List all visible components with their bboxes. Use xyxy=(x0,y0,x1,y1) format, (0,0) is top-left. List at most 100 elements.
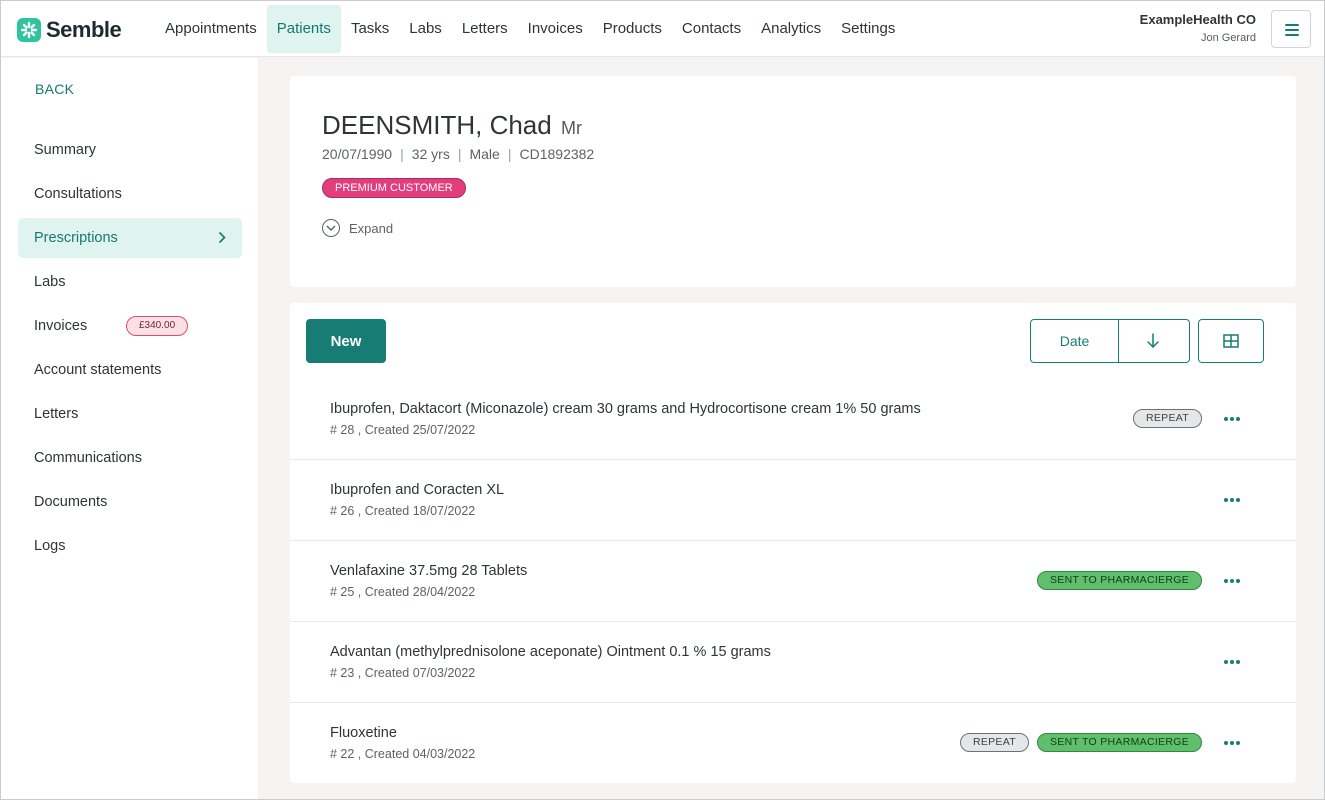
chevron-down-circle-icon xyxy=(322,219,340,237)
prescription-meta: # 25 , Created 28/04/2022 xyxy=(330,585,476,599)
sidebar-item-label: Summary xyxy=(34,142,97,158)
patient-header-card: DEENSMITH, Chad Mr 20/07/1990 | 32 yrs | Mal… xyxy=(290,76,1296,287)
patient-details: 20/07/1990 | 32 yrs | Male | CD1892382 xyxy=(322,146,594,162)
patient-id: CD1892382 xyxy=(519,146,595,162)
sidebar-item-label: Invoices xyxy=(34,318,88,334)
repeat-badge: REPEAT xyxy=(1132,409,1202,428)
prescription-row[interactable]: Fluoxetine # 22 , Created 04/03/2022 REP… xyxy=(290,703,1296,783)
chevron-right-icon xyxy=(218,231,226,244)
patient-name: DEENSMITH, Chad Mr xyxy=(322,110,582,141)
main-menu-button[interactable] xyxy=(1271,10,1311,48)
prescription-name: Fluoxetine xyxy=(330,725,397,741)
prescription-row[interactable]: Ibuprofen, Daktacort (Miconazole) cream … xyxy=(290,379,1296,460)
sidebar-item-label: Account statements xyxy=(34,362,162,378)
more-horizontal-icon xyxy=(1224,498,1240,502)
nav-analytics[interactable]: Analytics xyxy=(751,5,831,53)
nav-invoices[interactable]: Invoices xyxy=(518,5,593,53)
sidebar-item-label: Documents xyxy=(34,494,108,510)
sidebar-item-labs[interactable]: Labs xyxy=(18,262,242,302)
prescription-tags: REPEAT xyxy=(1132,409,1202,428)
expand-toggle[interactable]: Expand xyxy=(322,219,393,237)
brand-name: Semble xyxy=(46,17,122,42)
prescription-tags: SENT TO PHARMACIERGE xyxy=(1036,571,1202,590)
arrow-down-icon xyxy=(1147,333,1159,349)
patient-full-name: DEENSMITH, Chad xyxy=(322,110,552,140)
main-nav: Appointments Patients Tasks Labs Letters… xyxy=(155,5,905,53)
sidebar-item-label: Communications xyxy=(34,450,142,466)
back-link[interactable]: BACK xyxy=(35,81,74,97)
more-horizontal-icon xyxy=(1224,660,1240,664)
sent-to-pharmacierge-badge: SENT TO PHARMACIERGE xyxy=(1036,733,1202,752)
account-info[interactable]: ExampleHealth CO Jon Gerard xyxy=(1140,12,1256,44)
more-horizontal-icon xyxy=(1224,417,1240,421)
prescription-row[interactable]: Advantan (methylprednisolone aceponate) … xyxy=(290,622,1296,703)
view-toggle-button[interactable] xyxy=(1198,319,1264,363)
sidebar-item-communications[interactable]: Communications xyxy=(18,438,242,478)
sent-to-pharmacierge-badge: SENT TO PHARMACIERGE xyxy=(1036,571,1202,590)
sidebar-item-label: Labs xyxy=(34,274,66,290)
sidebar-item-logs[interactable]: Logs xyxy=(18,526,242,566)
grid-view-icon xyxy=(1223,334,1239,348)
prescription-name: Ibuprofen and Coracten XL xyxy=(330,482,505,498)
patient-title: Mr xyxy=(560,118,582,138)
prescription-meta: # 23 , Created 07/03/2022 xyxy=(330,666,476,680)
prescription-meta: # 28 , Created 25/07/2022 xyxy=(330,423,476,437)
prescription-meta: # 26 , Created 18/07/2022 xyxy=(330,504,476,518)
separator: | xyxy=(400,146,404,162)
more-options-button[interactable] xyxy=(1222,571,1242,591)
prescription-row[interactable]: Ibuprofen and Coracten XL # 26 , Created… xyxy=(290,460,1296,541)
nav-appointments[interactable]: Appointments xyxy=(155,5,267,53)
sidebar-item-consultations[interactable]: Consultations xyxy=(18,174,242,214)
nav-settings[interactable]: Settings xyxy=(831,5,905,53)
nav-contacts[interactable]: Contacts xyxy=(672,5,751,53)
more-options-button[interactable] xyxy=(1222,409,1242,429)
sidebar-item-account-statements[interactable]: Account statements xyxy=(18,350,242,390)
more-horizontal-icon xyxy=(1224,741,1240,745)
nav-labs[interactable]: Labs xyxy=(399,5,452,53)
patient-section-list: Summary Consultations Prescriptions Labs… xyxy=(18,130,242,570)
sort-direction-button[interactable] xyxy=(1119,320,1189,362)
brand-logo[interactable]: Semble xyxy=(17,17,122,43)
patient-sex: Male xyxy=(469,146,500,162)
prescription-name: Advantan (methylprednisolone aceponate) … xyxy=(330,644,771,660)
hamburger-icon xyxy=(1285,24,1299,36)
separator: | xyxy=(457,146,462,162)
prescription-tags: REPEAT SENT TO PHARMACIERGE xyxy=(959,733,1202,752)
sidebar-item-prescriptions[interactable]: Prescriptions xyxy=(18,218,242,258)
sidebar-item-label: Letters xyxy=(34,406,79,422)
premium-customer-badge: PREMIUM CUSTOMER xyxy=(322,178,466,198)
prescription-name: Ibuprofen, Daktacort (Miconazole) cream … xyxy=(330,401,921,417)
sidebar-item-label: Consultations xyxy=(34,186,122,202)
patient-age: 32 yrs xyxy=(411,146,450,162)
app-window: Semble Appointments Patients Tasks Labs … xyxy=(0,0,1325,800)
nav-letters[interactable]: Letters xyxy=(452,5,518,53)
sidebar-item-label: Logs xyxy=(34,538,66,554)
organisation-name: ExampleHealth CO xyxy=(1139,12,1256,27)
more-options-button[interactable] xyxy=(1222,490,1242,510)
sort-field-button[interactable]: Date xyxy=(1031,320,1119,362)
sidebar-item-documents[interactable]: Documents xyxy=(18,482,242,522)
new-prescription-button[interactable]: New xyxy=(306,319,386,363)
patient-dob: 20/07/1990 xyxy=(322,146,393,162)
prescription-name: Venlafaxine 37.5mg 28 Tablets xyxy=(330,563,528,579)
semble-logo-icon xyxy=(17,18,41,42)
nav-patients[interactable]: Patients xyxy=(266,5,341,53)
invoice-balance-badge: £340.00 xyxy=(126,316,189,336)
top-navigation-bar: Semble Appointments Patients Tasks Labs … xyxy=(1,1,1324,57)
sidebar-item-invoices[interactable]: Invoices £340.00 xyxy=(18,306,242,346)
nav-tasks[interactable]: Tasks xyxy=(341,5,399,53)
user-name: Jon Gerard xyxy=(1200,32,1256,44)
prescription-row[interactable]: Venlafaxine 37.5mg 28 Tablets # 25 , Cre… xyxy=(290,541,1296,622)
prescriptions-card: New Date Ibuprofen, Daktacort (Miconazol… xyxy=(290,303,1296,783)
more-options-button[interactable] xyxy=(1222,652,1242,672)
sidebar-item-letters[interactable]: Letters xyxy=(18,394,242,434)
more-options-button[interactable] xyxy=(1222,733,1242,753)
prescription-list: Ibuprofen, Daktacort (Miconazole) cream … xyxy=(290,379,1296,783)
expand-label: Expand xyxy=(349,220,394,236)
sidebar-item-summary[interactable]: Summary xyxy=(18,130,242,170)
prescription-meta: # 22 , Created 04/03/2022 xyxy=(330,747,476,761)
sidebar-item-label: Prescriptions xyxy=(34,230,118,246)
repeat-badge: REPEAT xyxy=(959,733,1029,752)
nav-products[interactable]: Products xyxy=(593,5,672,53)
patient-sidebar: BACK Summary Consultations Prescriptions… xyxy=(1,58,258,799)
